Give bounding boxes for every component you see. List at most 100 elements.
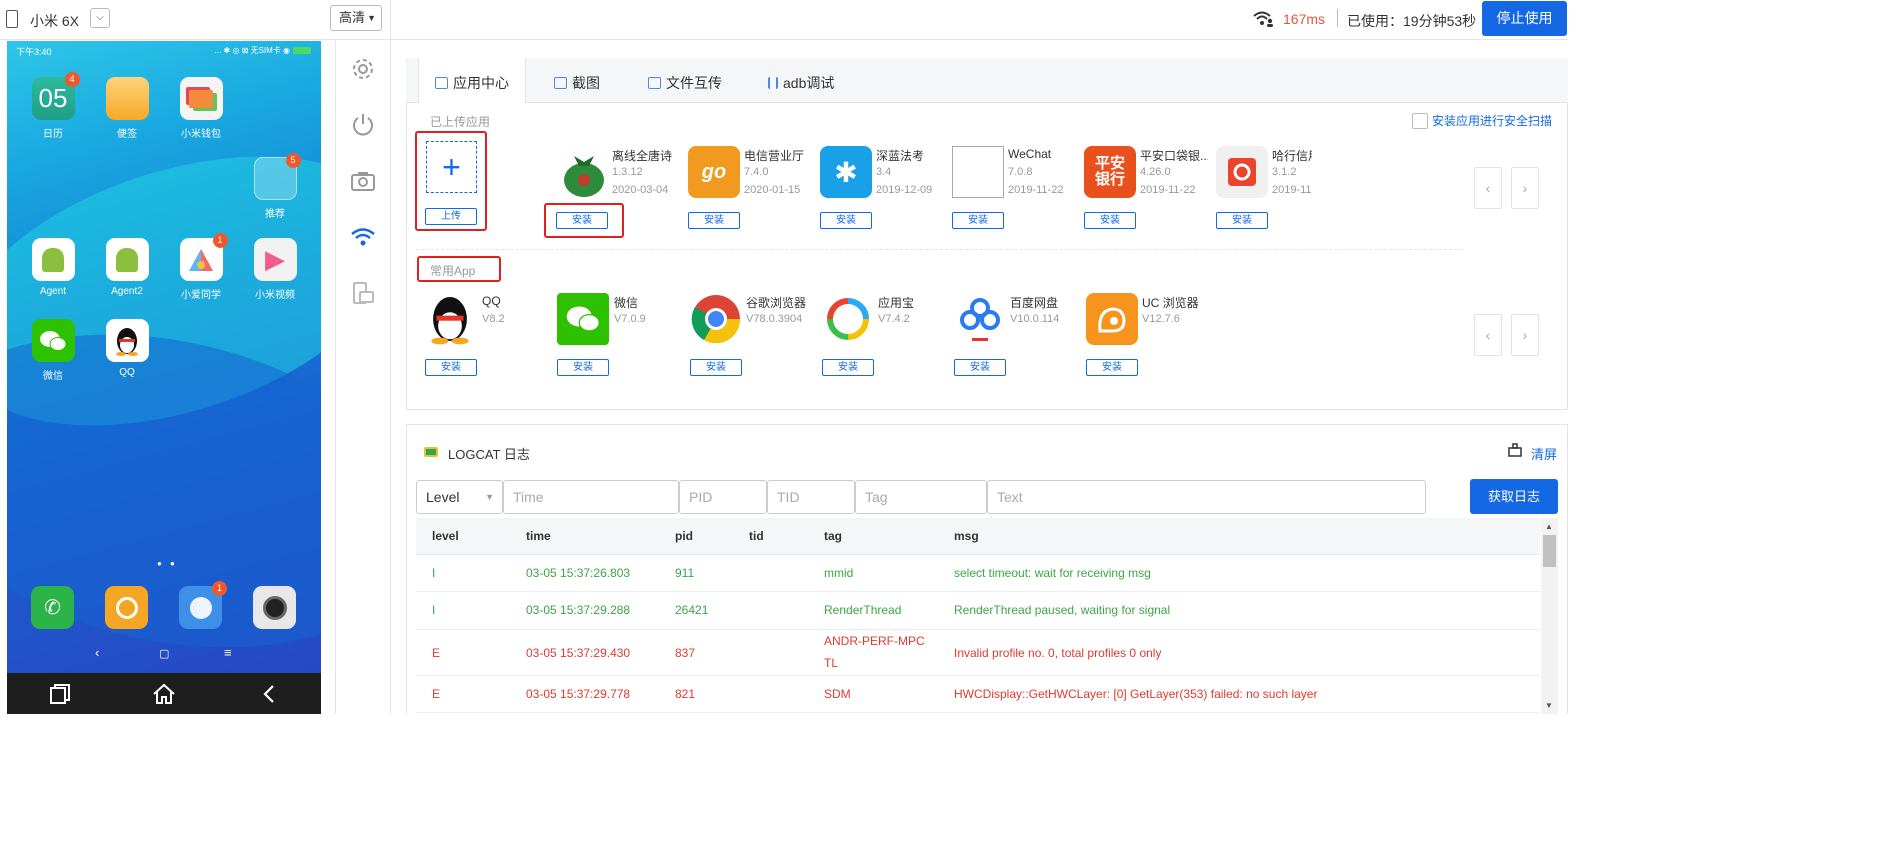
time-filter-input[interactable]: Time: [503, 480, 679, 514]
phone-icon: [6, 10, 18, 28]
app-xiaoai[interactable]: 1 小爱同学: [171, 233, 231, 301]
wifi-icon[interactable]: [350, 224, 376, 250]
install-button[interactable]: 安装: [822, 359, 874, 376]
table-row[interactable]: E 03-05 15:37:29.778 821 SDM HWCDisplay:…: [416, 676, 1540, 713]
col-time: time: [526, 529, 551, 543]
prev-page-button[interactable]: ‹: [1474, 167, 1502, 209]
tab-app-center[interactable]: 应用中心: [418, 58, 526, 104]
recent-apps-icon[interactable]: [49, 683, 71, 711]
text-filter-input[interactable]: Text: [987, 480, 1426, 514]
install-button[interactable]: 安装: [557, 359, 609, 376]
cell-level: E: [432, 646, 441, 660]
app-name: 百度网盘: [1010, 296, 1059, 310]
prev-page-button[interactable]: ‹: [1474, 314, 1502, 356]
app-qq[interactable]: QQ: [97, 319, 157, 378]
notes-icon: [105, 77, 149, 120]
rotate-screen-icon[interactable]: [350, 280, 376, 306]
tab-label: 应用中心: [453, 75, 509, 91]
install-button[interactable]: 安装: [690, 359, 742, 376]
install-button[interactable]: 安装: [1216, 212, 1268, 229]
tab-screenshot[interactable]: 截图: [554, 58, 600, 103]
install-button[interactable]: 安装: [954, 359, 1006, 376]
play-glyph: ▶: [265, 244, 285, 274]
phone-menu-icon[interactable]: ≡: [224, 645, 232, 660]
app-version: 3.4: [876, 166, 892, 178]
settings-icon[interactable]: [350, 56, 376, 82]
install-button[interactable]: 安装: [688, 212, 740, 229]
calendar-icon: 05 4: [31, 72, 80, 120]
app-agent2[interactable]: Agent2: [97, 238, 157, 297]
app-recommend[interactable]: 5 推荐: [245, 153, 305, 220]
image-icon: [554, 77, 567, 89]
scroll-down-icon[interactable]: ▼: [1545, 701, 1553, 710]
install-button[interactable]: 安装: [820, 212, 872, 229]
pid-filter-input[interactable]: PID: [679, 480, 767, 514]
scrollbar-thumb[interactable]: [1543, 535, 1556, 567]
app-notes[interactable]: 便签: [97, 77, 157, 140]
play-icon: ▶: [253, 238, 297, 281]
phone-home-icon[interactable]: ▢: [159, 647, 169, 660]
phone-back-icon[interactable]: ‹: [95, 645, 99, 660]
phone-time: 下午3:40: [16, 47, 52, 57]
checkbox[interactable]: [1412, 113, 1428, 129]
home-icon[interactable]: [152, 683, 176, 711]
app-date: 2019-11-22: [1140, 184, 1196, 196]
caret-down-icon: ▼: [485, 492, 494, 502]
app-agent[interactable]: Agent: [23, 238, 83, 297]
level-select[interactable]: Level ▼: [416, 480, 503, 514]
app-wechat[interactable]: 微信: [23, 319, 83, 382]
install-button[interactable]: 安装: [952, 212, 1004, 229]
install-button[interactable]: 安装: [1086, 359, 1138, 376]
app-calendar[interactable]: 05 4 日历: [23, 72, 83, 140]
tab-adb-debug[interactable]: adb调试: [768, 58, 834, 103]
get-log-button[interactable]: 获取日志: [1470, 479, 1558, 514]
tag-filter-input[interactable]: Tag: [855, 480, 987, 514]
phone-dial-icon[interactable]: ✆: [31, 586, 74, 629]
app-wallet[interactable]: 小米钱包: [171, 77, 231, 140]
power-icon[interactable]: [350, 112, 376, 138]
cell-pid: 821: [675, 687, 696, 701]
broom-icon[interactable]: [1507, 442, 1523, 458]
app-name: 微信: [614, 296, 639, 310]
camera-icon[interactable]: [350, 168, 376, 194]
app-label: 推荐: [265, 209, 285, 220]
next-page-button[interactable]: ›: [1511, 167, 1539, 209]
tid-filter-input[interactable]: TID: [767, 480, 855, 514]
back-icon[interactable]: [261, 683, 277, 711]
browser-icon[interactable]: 1: [179, 581, 227, 629]
app-label: QQ: [119, 367, 135, 378]
tab-file-transfer[interactable]: 文件互传: [648, 58, 722, 103]
app-name: QQ: [482, 294, 501, 308]
tab-label: adb调试: [783, 75, 835, 91]
app-version: V10.0.114: [1010, 313, 1060, 325]
install-button[interactable]: 安装: [1084, 212, 1136, 229]
scroll-up-icon[interactable]: ▲: [1545, 522, 1553, 531]
security-scan-checkbox[interactable]: 安装应用进行安全扫描: [1412, 112, 1552, 129]
next-page-button[interactable]: ›: [1511, 314, 1539, 356]
app-version: V12.7.6: [1142, 313, 1180, 325]
app-version: V78.0.3904: [746, 313, 803, 325]
bag-icon: [558, 146, 610, 198]
baidu-pan-logo: [960, 298, 1000, 341]
app-version: 7.0.8: [1008, 166, 1033, 178]
quality-select[interactable]: 高清 ▼: [330, 5, 382, 31]
table-row[interactable]: E 03-05 15:37:29.430 837 ANDR-PERF-MPC TL…: [416, 630, 1540, 676]
message-icon[interactable]: [105, 586, 148, 629]
app-name: UC 浏览器: [1142, 296, 1199, 310]
col-level: level: [432, 529, 459, 543]
highlight-box: [415, 131, 487, 231]
clear-button[interactable]: 清屏: [1531, 444, 1557, 463]
stop-button[interactable]: 停止使用: [1482, 1, 1567, 36]
phone-screen[interactable]: 下午3:40 ... ✱ ◎ ⊠ 无SIM卡 ◉ 05 4 日历 便签 小米钱包 …: [7, 41, 321, 714]
install-button[interactable]: 安装: [425, 359, 477, 376]
app-mivideo[interactable]: ▶ 小米视频: [245, 238, 305, 301]
divider: [335, 41, 336, 714]
highlight-box: [544, 203, 624, 238]
device-dropdown[interactable]: ⌵: [90, 8, 110, 28]
table-row[interactable]: I 03-05 15:37:26.803 911 mmid select tim…: [416, 555, 1540, 592]
message-bubble: [115, 596, 138, 619]
log-table: level time pid tid tag msg I 03-05 15:37…: [416, 518, 1540, 714]
camera-icon[interactable]: [253, 586, 296, 629]
cell-level: E: [432, 687, 441, 701]
table-row[interactable]: I 03-05 15:37:29.288 26421 RenderThread …: [416, 592, 1540, 630]
